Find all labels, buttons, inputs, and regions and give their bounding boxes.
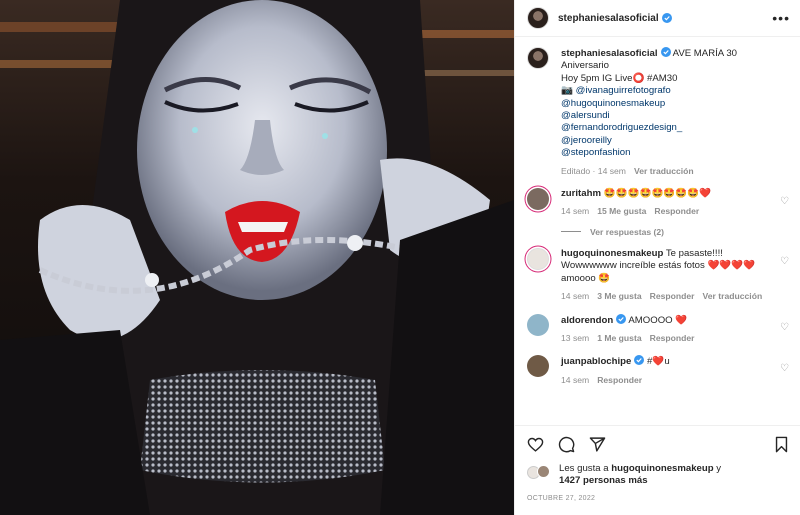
- commenter-username[interactable]: aldorendon: [561, 315, 613, 326]
- post-date[interactable]: OCTUBRE 27, 2022: [515, 493, 800, 515]
- likers-avatars[interactable]: [527, 465, 551, 479]
- comments-scroll[interactable]: stephaniesalasoficial AVE MARÍA 30 Anive…: [515, 37, 800, 425]
- heart-icon[interactable]: [527, 436, 544, 453]
- replies-divider: [561, 231, 581, 233]
- likes-summary: Les gusta a hugoquinonesmakeup y 1427 pe…: [515, 463, 800, 493]
- comment-text: AMOOOO ❤️: [628, 314, 688, 326]
- caption-mention[interactable]: @fernandorodriguezdesign_: [561, 122, 682, 133]
- commenter-username[interactable]: zuritahm: [561, 188, 601, 199]
- comment-meta: 14 sem 15 Me gusta Responder: [561, 205, 774, 217]
- reply-button[interactable]: Responder: [650, 290, 695, 302]
- post-side-panel: stephaniesalasoficial ••• stephaniesalas…: [514, 0, 800, 515]
- commenter-avatar[interactable]: [527, 188, 549, 211]
- comment-text: 🤩🤩🤩🤩🤩🤩🤩🤩❤️: [603, 188, 712, 200]
- comment-icon[interactable]: [558, 436, 575, 453]
- translate-link[interactable]: Ver traducción: [703, 290, 763, 302]
- liker-avatar: [537, 465, 550, 478]
- verified-badge-icon: [660, 47, 671, 57]
- liker-username[interactable]: hugoquinonesmakeup: [611, 463, 713, 474]
- comment-body: aldorendon AMOOOO ❤️ 13 sem 1 Me gusta R…: [561, 313, 774, 345]
- bookmark-icon[interactable]: [773, 436, 790, 453]
- reply-button[interactable]: Responder: [654, 205, 699, 217]
- likes-count[interactable]: 1427 personas más: [559, 475, 648, 486]
- comment-time[interactable]: 14 sem: [561, 374, 589, 386]
- likes-text: Les gusta a hugoquinonesmakeup y 1427 pe…: [559, 463, 721, 488]
- caption-line: Aniversario: [561, 60, 609, 72]
- caption-line: AVE MARÍA 30: [672, 48, 737, 59]
- heart-icon[interactable]: ♡: [780, 256, 790, 267]
- heart-icon[interactable]: ♡: [780, 363, 790, 374]
- post-dialog: stephaniesalasoficial ••• stephaniesalas…: [0, 0, 800, 515]
- commenter-username[interactable]: hugoquinonesmakeup: [561, 248, 663, 259]
- view-replies[interactable]: Ver respuestas (2): [561, 227, 790, 237]
- comment-body: hugoquinonesmakeup Te pasaste!!!! Wowwww…: [561, 248, 774, 303]
- caption-mention[interactable]: 📷 @ivanaguirrefotografo: [561, 85, 671, 96]
- verified-badge-icon: [661, 13, 672, 23]
- post-photo[interactable]: [0, 0, 514, 515]
- comment: aldorendon AMOOOO ❤️ 13 sem 1 Me gusta R…: [527, 313, 790, 345]
- verified-badge-icon: [634, 355, 645, 366]
- comment-time[interactable]: 13 sem: [561, 332, 589, 344]
- comment-meta: 13 sem 1 Me gusta Responder: [561, 332, 774, 344]
- reply-button[interactable]: Responder: [650, 332, 695, 344]
- caption: stephaniesalasoficial AVE MARÍA 30 Anive…: [527, 47, 790, 177]
- caption-text: stephaniesalasoficial AVE MARÍA 30 Anive…: [561, 47, 737, 177]
- comment: juanpablochipe #❤️u 14 sem Responder ♡: [527, 355, 790, 386]
- comment-body: zuritahm 🤩🤩🤩🤩🤩🤩🤩🤩❤️ 14 sem 15 Me gusta R…: [561, 188, 774, 218]
- reply-button[interactable]: Responder: [597, 374, 642, 386]
- caption-mention[interactable]: @jerooreilly: [561, 135, 612, 146]
- comment-likes[interactable]: 1 Me gusta: [597, 332, 641, 344]
- author-avatar-small[interactable]: [527, 47, 549, 69]
- likes-middle: y: [713, 463, 722, 474]
- commenter-avatar[interactable]: [527, 247, 549, 270]
- likes-prefix: Les gusta a: [559, 463, 612, 474]
- caption-username[interactable]: stephaniesalasoficial: [561, 48, 658, 59]
- more-options-icon[interactable]: •••: [772, 11, 790, 25]
- comment-likes[interactable]: 15 Me gusta: [597, 205, 646, 217]
- edited-timestamp[interactable]: Editado · 14 sem: [561, 165, 626, 177]
- comment-time[interactable]: 14 sem: [561, 205, 589, 217]
- verified-badge-icon: [616, 313, 627, 324]
- caption-meta: Editado · 14 sem Ver traducción: [561, 165, 737, 177]
- comment: hugoquinonesmakeup Te pasaste!!!! Wowwww…: [527, 247, 790, 303]
- post-header: stephaniesalasoficial •••: [515, 0, 800, 37]
- comment: zuritahm 🤩🤩🤩🤩🤩🤩🤩🤩❤️ 14 sem 15 Me gusta R…: [527, 188, 790, 218]
- view-replies-label[interactable]: Ver respuestas (2): [590, 227, 664, 237]
- comment-meta: 14 sem Responder: [561, 374, 774, 386]
- share-icon[interactable]: [589, 436, 606, 453]
- caption-mention[interactable]: @steponfashion: [561, 147, 630, 158]
- comment-body: juanpablochipe #❤️u 14 sem Responder: [561, 355, 774, 386]
- comment-time[interactable]: 14 sem: [561, 290, 589, 302]
- heart-icon[interactable]: ♡: [780, 322, 790, 333]
- caption-mention[interactable]: @hugoquinonesmakeup: [561, 98, 665, 109]
- comment-likes[interactable]: 3 Me gusta: [597, 290, 641, 302]
- heart-icon[interactable]: ♡: [780, 196, 790, 207]
- caption-line: Hoy 5pm IG Live⭕ #AM30: [561, 72, 678, 84]
- portrait-image: [0, 0, 514, 515]
- action-bar: [515, 425, 800, 463]
- commenter-avatar[interactable]: [527, 313, 549, 336]
- translate-link[interactable]: Ver traducción: [634, 165, 694, 177]
- author-username[interactable]: stephaniesalasoficial: [558, 13, 659, 24]
- comment-text: #❤️u: [647, 356, 670, 368]
- comment-meta: 14 sem 3 Me gusta Responder Ver traducci…: [561, 290, 774, 302]
- caption-mention[interactable]: @alersundi: [561, 110, 610, 121]
- commenter-username[interactable]: juanpablochipe: [561, 356, 631, 367]
- commenter-avatar[interactable]: [527, 355, 549, 378]
- author-avatar[interactable]: [527, 7, 549, 29]
